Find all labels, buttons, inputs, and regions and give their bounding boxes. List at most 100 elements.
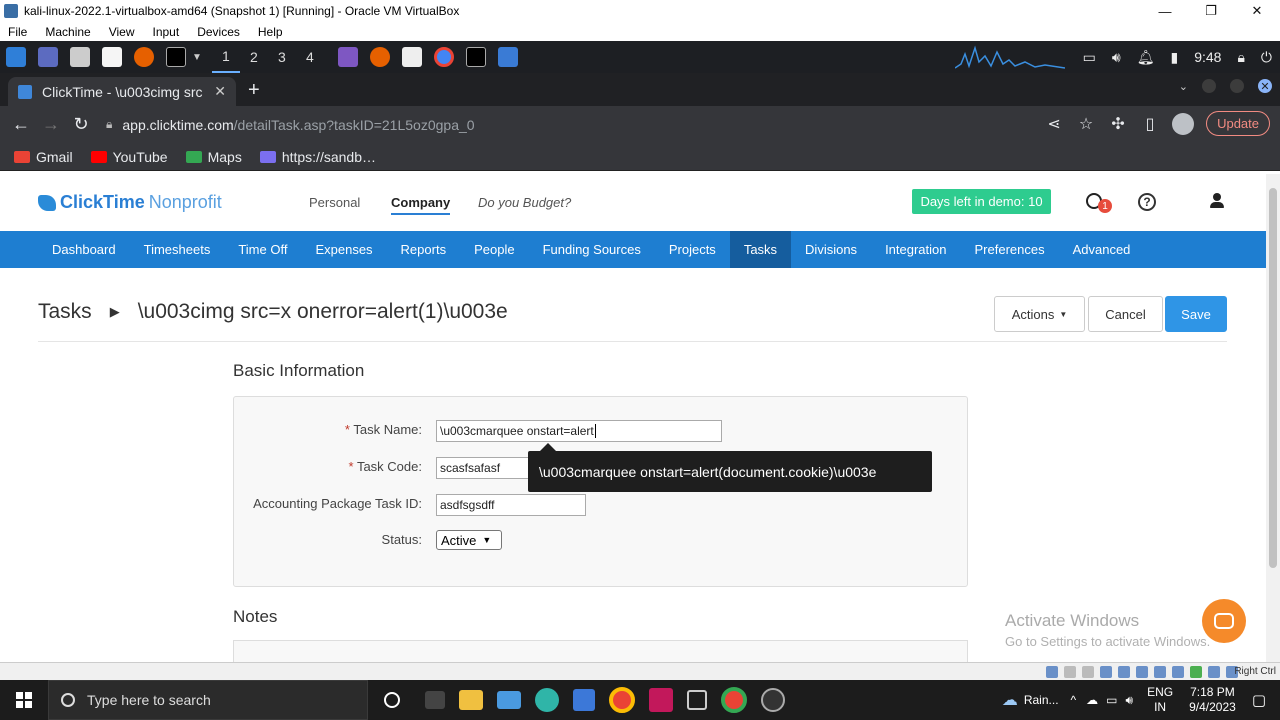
menu-input[interactable]: Input <box>153 25 180 39</box>
minimize-icon[interactable]: — <box>1142 0 1188 22</box>
nav-advanced[interactable]: Advanced <box>1059 231 1145 268</box>
topnav-budget[interactable]: Do you Budget? <box>478 195 571 210</box>
page-scrollbar[interactable] <box>1266 174 1280 662</box>
user-icon[interactable] <box>1209 193 1225 209</box>
store-icon[interactable] <box>573 689 595 711</box>
nav-time-off[interactable]: Time Off <box>224 231 301 268</box>
onedrive-icon[interactable]: ☁ <box>1086 693 1098 707</box>
notification-bell-icon[interactable]: 🔔︎ <box>1137 49 1155 66</box>
taskbar-clock[interactable]: 7:18 PM 9/4/2023 <box>1189 685 1236 715</box>
network-tray-icon[interactable]: ▭ <box>1106 693 1117 707</box>
chevron-down-icon[interactable]: ▼ <box>192 52 202 63</box>
battery-icon[interactable]: ▮ <box>1171 49 1179 66</box>
file-explorer-icon[interactable] <box>459 690 483 710</box>
display-icon[interactable]: ▭ <box>1083 49 1096 66</box>
terminal-icon[interactable] <box>166 47 186 67</box>
weather-icon[interactable]: ☁ <box>1002 690 1018 710</box>
bookmark-youtube[interactable]: YouTube <box>90 149 168 165</box>
chrome-icon[interactable] <box>609 687 635 713</box>
bookmark-star-icon[interactable]: ☆ <box>1076 114 1096 134</box>
firefox-window-icon[interactable] <box>369 47 390 67</box>
vm-window-icon[interactable] <box>497 47 518 67</box>
action-center-icon[interactable]: ▢ <box>1252 691 1266 709</box>
nav-projects[interactable]: Projects <box>655 231 730 268</box>
bookmark-sandbox[interactable]: https://sandb… <box>259 149 376 165</box>
cancel-button[interactable]: Cancel <box>1088 296 1163 332</box>
close-icon[interactable]: ✕ <box>1234 0 1280 22</box>
nav-tasks[interactable]: Tasks <box>729 231 792 268</box>
topnav-company[interactable]: Company <box>391 195 451 215</box>
optical-icon[interactable] <box>1064 666 1076 678</box>
mouse-integration-icon[interactable] <box>1208 666 1220 678</box>
update-button[interactable]: Update <box>1206 111 1270 136</box>
edge-icon[interactable] <box>535 688 559 712</box>
browser-tab[interactable]: ClickTime - \u003cimg src ✕ <box>8 77 236 106</box>
usb-icon[interactable] <box>1118 666 1130 678</box>
tab-search-chevron-icon[interactable]: ⌄ <box>1179 80 1188 93</box>
menu-view[interactable]: View <box>109 25 135 39</box>
new-tab-icon[interactable]: + <box>248 79 260 102</box>
tray-chevron-up-icon[interactable]: ^ <box>1071 693 1077 707</box>
chat-support-button[interactable] <box>1202 599 1246 643</box>
window-minimize-dot-icon[interactable] <box>1202 79 1216 93</box>
scrollbar-thumb[interactable] <box>1269 188 1277 568</box>
nav-funding-sources[interactable]: Funding Sources <box>529 231 655 268</box>
save-button[interactable]: Save <box>1165 296 1227 332</box>
nav-preferences[interactable]: Preferences <box>961 231 1059 268</box>
clicktime-logo[interactable]: ClickTime Nonprofit <box>38 192 222 213</box>
recorder-app-icon[interactable] <box>649 688 673 712</box>
extensions-puzzle-icon[interactable]: ✣ <box>1108 114 1128 134</box>
menu-devices[interactable]: Devices <box>197 25 240 39</box>
tab-close-icon[interactable]: ✕ <box>214 83 226 100</box>
help-icon[interactable]: ? <box>1138 193 1156 211</box>
display-status-icon[interactable] <box>1154 666 1166 678</box>
obs-icon[interactable] <box>761 688 785 712</box>
chrome-profile-icon[interactable] <box>721 687 747 713</box>
weather-text[interactable]: Rain... <box>1024 693 1059 707</box>
side-panel-icon[interactable]: ▯ <box>1140 114 1160 134</box>
bookmark-gmail[interactable]: Gmail <box>14 149 73 165</box>
workspace-2[interactable]: 2 <box>240 41 268 73</box>
taskbar-search[interactable]: Type here to search <box>48 680 368 720</box>
padlock-icon[interactable]: 🔒︎ <box>106 117 112 132</box>
back-arrow-icon[interactable]: ← <box>6 114 36 135</box>
menu-help[interactable]: Help <box>258 25 283 39</box>
terminal-window-icon[interactable] <box>465 47 486 67</box>
nav-expenses[interactable]: Expenses <box>301 231 386 268</box>
lock-icon[interactable]: 🔒︎ <box>1237 49 1244 66</box>
workspace-1[interactable]: 1 <box>211 41 240 73</box>
bookmark-maps[interactable]: Maps <box>185 149 242 165</box>
nav-integration[interactable]: Integration <box>871 231 960 268</box>
mail-icon[interactable] <box>497 691 521 709</box>
forward-arrow-icon[interactable]: → <box>36 114 66 135</box>
file-manager-icon[interactable] <box>70 47 90 67</box>
share-icon[interactable]: ⋖ <box>1044 114 1064 134</box>
shared-folder-icon[interactable] <box>1136 666 1148 678</box>
workspace-4[interactable]: 4 <box>296 41 324 73</box>
language-indicator[interactable]: ENG IN <box>1147 685 1173 715</box>
network-icon[interactable] <box>1100 666 1112 678</box>
status-select[interactable]: Active ▼ <box>436 530 502 550</box>
hdd-icon[interactable] <box>1046 666 1058 678</box>
actions-button[interactable]: Actions ▼ <box>994 296 1085 332</box>
window-close-dot-icon[interactable]: ✕ <box>1258 79 1272 93</box>
editor-window-icon[interactable] <box>401 47 422 67</box>
window-list-icon[interactable] <box>337 47 358 67</box>
task-view-icon[interactable] <box>425 691 445 709</box>
recording-icon[interactable] <box>1172 666 1184 678</box>
window-maximize-dot-icon[interactable] <box>1230 79 1244 93</box>
nav-dashboard[interactable]: Dashboard <box>38 231 130 268</box>
cpu-status-icon[interactable] <box>1190 666 1202 678</box>
text-editor-icon[interactable] <box>102 47 122 67</box>
workspace-3[interactable]: 3 <box>268 41 296 73</box>
cortana-icon[interactable] <box>384 692 400 708</box>
breadcrumb-tasks[interactable]: Tasks <box>38 300 92 324</box>
task-code-input[interactable]: scasfsafasf <box>436 457 536 479</box>
chrome-window-icon[interactable] <box>433 47 454 67</box>
demo-days-badge[interactable]: Days left in demo: 10 <box>912 189 1051 214</box>
start-button[interactable] <box>0 680 48 720</box>
nav-people[interactable]: People <box>460 231 528 268</box>
reload-icon[interactable]: ↻ <box>66 114 96 135</box>
volume-icon[interactable]: 🔊︎ <box>1112 49 1121 66</box>
menu-machine[interactable]: Machine <box>45 25 90 39</box>
